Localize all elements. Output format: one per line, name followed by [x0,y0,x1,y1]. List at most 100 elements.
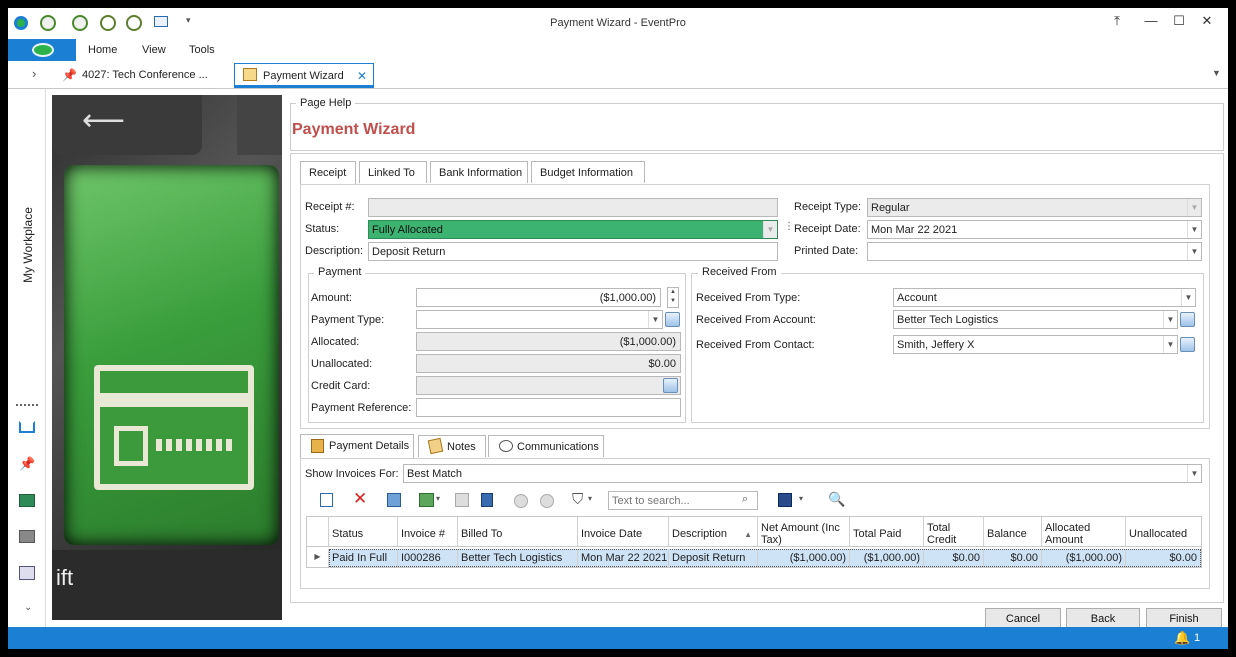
receipt-date-picker[interactable]: Mon Mar 22 2021 ▼ [867,220,1202,239]
alert-bell-icon[interactable]: 🔔 [1174,630,1190,646]
receipt-date-value: Mon Mar 22 2021 [871,224,958,236]
col-total-paid[interactable]: Total Paid [850,517,924,547]
delete-icon[interactable]: ✕ [353,489,369,508]
col-billed-to[interactable]: Billed To [458,517,578,547]
ribbon-tab-view[interactable]: View [142,44,166,56]
col-net-amount[interactable]: Net Amount (Inc Tax) [758,517,850,547]
received-from-account-select[interactable]: Better Tech Logistics ▼ [893,310,1178,329]
my-workplace-label[interactable]: My Workplace [21,195,35,295]
ribbon-tab-tools[interactable]: Tools [189,44,215,56]
splitter-handle[interactable]: ⋮ [784,221,794,232]
contact-lookup-icon[interactable] [1180,337,1195,352]
save-layout-icon[interactable] [778,493,792,507]
amount-spinner[interactable]: ▲ ▼ [667,287,679,308]
tab-receipt[interactable]: Receipt [300,161,356,185]
description-field[interactable]: Deposit Return [368,242,778,261]
cell-balance: $0.00 [984,549,1042,567]
close-tab-icon[interactable]: ✕ [357,69,367,83]
col-allocated-amount[interactable]: Allocated Amount [1042,517,1126,547]
tab-list-dropdown-icon[interactable]: ▼ [1212,68,1221,78]
tab-notes-label: Notes [447,441,476,453]
doc-tab-payment-wizard[interactable]: Payment Wizard ✕ [234,63,374,88]
received-from-contact-label: Received From Contact: [696,339,815,351]
received-from-contact-select[interactable]: Smith, Jeffery X ▼ [893,335,1178,354]
credit-card-field[interactable] [416,376,681,395]
tab-notes[interactable]: Notes [418,435,486,457]
payment-legend: Payment [314,266,366,278]
payment-type-select[interactable]: ▼ [416,310,663,329]
col-description[interactable]: Description ▲ [669,517,758,547]
credit-card-lookup-icon[interactable] [663,378,678,393]
allocated-label: Allocated: [311,336,360,348]
status-value: Fully Allocated [372,224,443,236]
zoom-search-icon[interactable]: 🔍 [828,491,845,507]
chevron-down-icon: ▼ [763,221,777,238]
rail-more-chevron-icon[interactable]: ⌄ [24,602,32,613]
page-help-group [290,103,1224,151]
chevron-down-icon[interactable]: ▾ [799,494,803,503]
copy-icon [455,493,469,507]
cell-unallocated: $0.00 [1169,552,1197,564]
tab-communications[interactable]: Communications [488,435,604,457]
wizard-content: Page Help Payment Wizard Receipt Linked … [286,95,1228,630]
doc-tab-event[interactable]: 📌 4027: Tech Conference ... [54,63,234,88]
printed-date-picker[interactable]: ▼ [867,242,1202,261]
amount-field[interactable]: ($1,000.00) [416,288,661,307]
status-select[interactable]: Fully Allocated ▼ [368,220,778,239]
chevron-down-icon[interactable]: ▾ [588,494,592,503]
new-record-icon[interactable] [320,493,333,507]
tab-linked-to[interactable]: Linked To [359,161,427,183]
received-from-type-select[interactable]: Account ▼ [893,288,1196,307]
col-invoice-no[interactable]: Invoice # [398,517,458,547]
backspace-key [52,95,202,155]
chevron-down-icon: ▼ [1163,336,1177,353]
payment-reference-field[interactable] [416,398,681,417]
account-lookup-icon[interactable] [1180,312,1195,327]
app-menu-button[interactable] [8,39,76,61]
minimize-button[interactable]: — [1140,13,1162,33]
document-icon[interactable] [481,493,493,507]
search-icon[interactable]: ⌕ [742,493,748,506]
show-invoices-select[interactable]: Best Match ▼ [403,464,1202,483]
close-window-button[interactable]: ✕ [1196,13,1218,33]
chevron-down-icon[interactable]: ▾ [436,494,440,503]
home-icon[interactable] [19,421,35,433]
table-row[interactable]: ▶ Paid In Full I000286 Better Tech Logis… [307,549,1201,567]
edit-record-icon[interactable] [387,493,401,507]
tab-bank-information[interactable]: Bank Information [430,161,528,183]
filter-icon[interactable]: ⛉ [572,491,588,508]
tab-budget-information[interactable]: Budget Information [531,161,645,183]
window-title: Payment Wizard - EventPro [550,17,686,29]
pin-rail-icon[interactable]: 📌 [19,456,35,472]
col-unallocated[interactable]: Unallocated [1126,517,1202,547]
grid-options-icon[interactable] [419,493,434,507]
status-label: Status: [305,223,340,235]
show-invoices-value: Best Match [407,468,463,480]
receipt-no-field[interactable] [368,198,778,217]
col-balance[interactable]: Balance [984,517,1042,547]
col-total-credit[interactable]: Total Credit [924,517,984,547]
report-icon[interactable] [19,566,35,580]
cell-description: Deposit Return [669,549,758,567]
payment-type-lookup-icon[interactable] [665,312,680,327]
grid-icon[interactable] [19,494,35,507]
row-indicator-icon: ▶ [307,549,329,567]
col-invoice-date[interactable]: Invoice Date [578,517,669,547]
received-from-account-label: Received From Account: [696,314,816,326]
maximize-button[interactable]: ☐ [1168,13,1190,33]
printed-date-label: Printed Date: [794,245,859,257]
tab-payment-details[interactable]: Payment Details [300,434,414,458]
page-help-legend: Page Help [296,97,356,109]
receipt-no-label: Receipt #: [305,201,355,213]
ribbon-tab-home[interactable]: Home [88,44,117,56]
app-window: ▾ Payment Wizard - EventPro ⤒ — ☐ ✕ Home… [8,8,1228,649]
move-up-icon [514,494,528,508]
restore-layout-icon[interactable]: ⤒ [1106,13,1128,33]
rail-splitter[interactable] [16,404,38,406]
grid-search-input[interactable] [608,491,758,510]
col-status[interactable]: Status [329,517,398,547]
unallocated-label: Unallocated: [311,358,373,370]
expand-rail-chevron-icon[interactable]: › [32,66,36,81]
receipt-type-select[interactable]: Regular ▼ [867,198,1202,217]
printer-icon[interactable] [19,530,35,543]
